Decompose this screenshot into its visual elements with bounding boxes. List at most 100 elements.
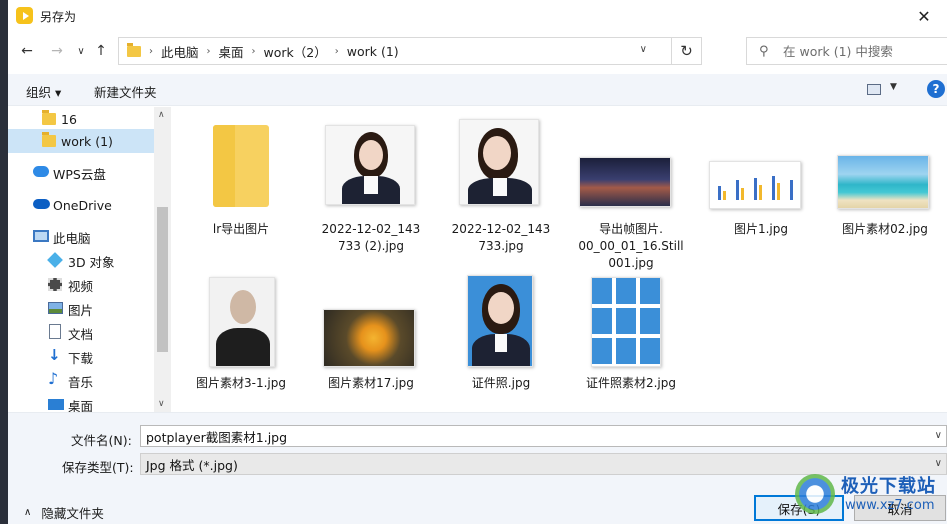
command-toolbar: 组织 ▾ 新建文件夹 ▼ ? — [8, 74, 947, 106]
sidebar-item-work-1[interactable]: work (1) — [8, 129, 154, 153]
file-list: lr导出图片 2022-12-02_143 733 (2).jpg 2022-12… — [171, 107, 947, 412]
file-name: 图片素材3-1.jpg — [196, 376, 286, 390]
chevron-down-icon[interactable]: ∨ — [935, 458, 942, 469]
chevron-right-icon[interactable]: › — [252, 46, 256, 57]
chevron-right-icon[interactable]: › — [207, 46, 211, 57]
save-as-dialog: 另存为 ✕ ← → ∨ ↑ › 此电脑 › 桌面 › work（2） › wor… — [0, 0, 947, 524]
potplayer-icon — [16, 7, 33, 24]
sidebar-item-3d-objects[interactable]: 3D 对象 — [8, 249, 154, 273]
chevron-down-icon[interactable]: ∨ — [640, 44, 647, 55]
folder-icon — [127, 42, 141, 57]
file-item[interactable]: 导出帧图片. 00_00_01_16.Still 001.jpg — [569, 113, 693, 273]
search-input[interactable] — [783, 43, 933, 59]
sidebar-item-16[interactable]: 16 — [8, 107, 154, 131]
sidebar-scrollbar[interactable]: ∧ ∨ — [154, 107, 171, 412]
sidebar-item-music[interactable]: ♪ 音乐 — [8, 369, 154, 393]
sidebar-item-this-pc[interactable]: 此电脑 — [8, 225, 154, 249]
sidebar-item-wps-cloud[interactable]: WPS云盘 — [8, 161, 154, 185]
view-options-icon[interactable] — [867, 84, 881, 95]
file-name: 导出帧图片. 00_00_01_16.Still 001.jpg — [578, 222, 684, 270]
portrait-thumbnail — [325, 125, 415, 205]
sidebar-item-label: 下载 — [68, 350, 94, 366]
file-item[interactable]: 图片素材3-1.jpg — [179, 273, 303, 403]
sidebar-item-label: 3D 对象 — [68, 254, 115, 270]
sidebar-item-downloads[interactable]: ↓ 下载 — [8, 345, 154, 369]
forward-button[interactable]: → — [48, 42, 66, 60]
desktop-icon — [48, 399, 64, 410]
music-icon: ♪ — [48, 369, 59, 388]
sidebar-item-onedrive[interactable]: OneDrive — [8, 193, 154, 217]
portrait-thumbnail — [459, 119, 539, 205]
filename-value: potplayer截图素材1.jpg — [146, 429, 288, 445]
watermark: 极光下载站 www.xz7.com — [795, 470, 947, 524]
sidebar-item-label: 此电脑 — [53, 230, 91, 246]
picture-icon — [48, 302, 63, 314]
chevron-down-icon[interactable]: ▼ — [890, 82, 897, 92]
file-item[interactable]: 证件照.jpg — [439, 273, 563, 403]
title-bar: 另存为 ✕ — [8, 0, 947, 32]
recent-locations-button[interactable]: ∨ — [72, 42, 90, 60]
onedrive-icon — [33, 199, 50, 209]
file-name: 图片素材17.jpg — [328, 376, 414, 390]
file-item[interactable]: 图片素材02.jpg — [823, 113, 947, 243]
search-box[interactable]: ⚲ — [746, 37, 947, 65]
cube-icon — [47, 252, 63, 268]
navigation-bar: ← → ∨ ↑ › 此电脑 › 桌面 › work（2） › work (1) … — [8, 34, 947, 68]
window-title: 另存为 — [40, 10, 77, 24]
scroll-down-icon[interactable]: ∨ — [158, 399, 165, 409]
computer-icon — [33, 230, 49, 242]
scrollbar-thumb[interactable] — [157, 207, 168, 352]
sidebar-item-desktop[interactable]: 桌面 — [8, 393, 154, 412]
refresh-button[interactable]: ↻ — [671, 38, 701, 64]
id-photo-thumbnail — [467, 275, 533, 367]
address-bar[interactable]: › 此电脑 › 桌面 › work（2） › work (1) ∨ ↻ — [118, 37, 702, 65]
filetype-value: Jpg 格式 (*.jpg) — [146, 457, 238, 473]
search-icon: ⚲ — [759, 43, 769, 59]
sidebar-item-pictures[interactable]: 图片 — [8, 297, 154, 321]
chevron-right-icon: › — [149, 45, 153, 57]
file-name: 证件照.jpg — [471, 376, 531, 390]
sidebar-item-documents[interactable]: 文档 — [8, 321, 154, 345]
file-item[interactable]: 2022-12-02_143 733.jpg — [439, 113, 563, 263]
help-icon[interactable]: ? — [927, 80, 945, 98]
new-folder-button[interactable]: 新建文件夹 — [94, 82, 157, 101]
up-button[interactable]: ↑ — [92, 42, 110, 60]
sidebar-item-label: 文档 — [68, 326, 94, 342]
breadcrumb-work-2[interactable]: work（2） — [264, 42, 327, 61]
file-item[interactable]: 图片1.jpg — [699, 113, 823, 243]
filetype-label: 保存类型(T): — [62, 460, 134, 475]
organize-button[interactable]: 组织 ▾ — [26, 82, 61, 101]
beach-thumbnail — [837, 155, 929, 209]
watermark-url: www.xz7.com — [845, 498, 935, 513]
id-photo-grid-thumbnail — [591, 277, 661, 367]
breadcrumb-this-pc[interactable]: 此电脑 — [161, 42, 199, 61]
sidebar-item-videos[interactable]: 视频 — [8, 273, 154, 297]
breadcrumb-desktop[interactable]: 桌面 — [219, 42, 244, 61]
sidebar-item-label: WPS云盘 — [53, 166, 106, 182]
filename-label: 文件名(N): — [71, 433, 132, 448]
hide-folders-toggle[interactable]: ∧ 隐藏文件夹 — [24, 503, 104, 522]
file-item[interactable]: 2022-12-02_143 733 (2).jpg — [309, 113, 433, 263]
file-name: lr导出图片 — [212, 222, 270, 236]
chart-thumbnail — [709, 161, 801, 209]
sidebar-item-label: 桌面 — [68, 398, 94, 413]
file-item[interactable]: lr导出图片 — [179, 113, 303, 243]
autumn-leaf-thumbnail — [323, 309, 415, 367]
breadcrumb-work-1[interactable]: work (1) — [347, 44, 399, 59]
file-name: 2022-12-02_143 733.jpg — [451, 222, 551, 253]
chevron-down-icon[interactable]: ∨ — [935, 430, 942, 441]
file-name: 2022-12-02_143 733 (2).jpg — [321, 222, 421, 253]
file-item[interactable]: 证件照素材2.jpg — [569, 273, 693, 403]
close-button[interactable]: ✕ — [901, 0, 947, 32]
file-name: 证件照素材2.jpg — [585, 376, 677, 390]
file-item[interactable]: 图片素材17.jpg — [309, 273, 433, 403]
filename-input[interactable]: potplayer截图素材1.jpg ∨ — [140, 425, 947, 447]
file-name: 图片1.jpg — [733, 222, 789, 236]
file-name: 图片素材02.jpg — [842, 222, 928, 236]
back-button[interactable]: ← — [18, 42, 36, 60]
sidebar-item-label: 16 — [61, 111, 77, 127]
chevron-right-icon[interactable]: › — [335, 46, 339, 57]
scroll-up-icon[interactable]: ∧ — [158, 110, 165, 120]
watermark-title: 极光下载站 — [841, 476, 936, 497]
sidebar-item-label: 图片 — [68, 302, 94, 318]
